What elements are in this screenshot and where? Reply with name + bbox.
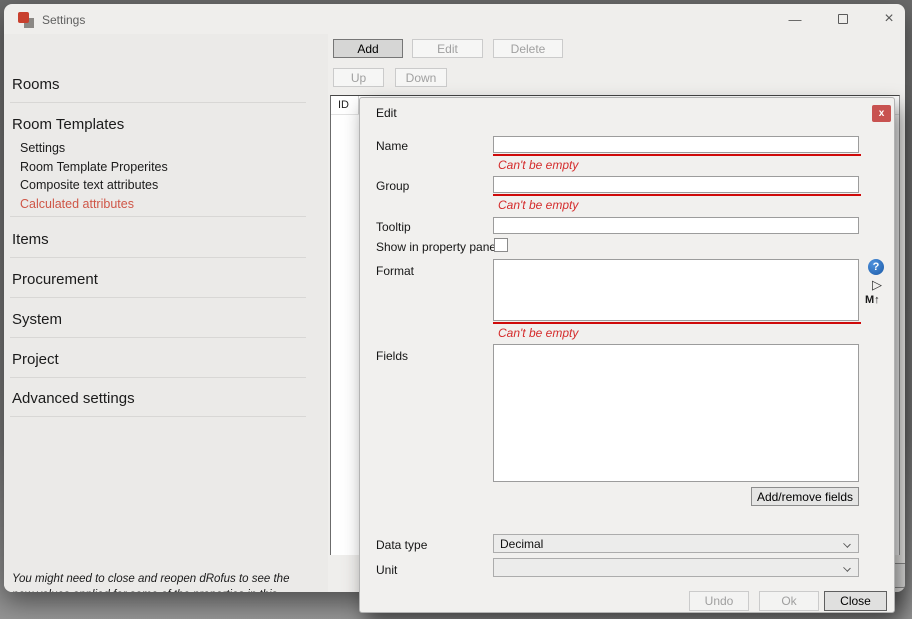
data-type-value: Decimal bbox=[500, 537, 543, 551]
separator bbox=[10, 377, 306, 378]
unit-label: Unit bbox=[376, 563, 397, 577]
format-field[interactable] bbox=[493, 259, 859, 321]
data-type-select[interactable]: Decimal bbox=[493, 534, 859, 553]
group-error-underline bbox=[493, 194, 861, 196]
group-error-text: Can't be empty bbox=[498, 198, 578, 212]
dialog-title: Edit bbox=[376, 106, 397, 120]
run-format-icon[interactable]: ▷ bbox=[872, 277, 882, 293]
separator bbox=[10, 337, 306, 338]
add-button[interactable]: Add bbox=[333, 39, 403, 58]
fields-label: Fields bbox=[376, 349, 408, 363]
window-close-button[interactable]: × bbox=[870, 4, 905, 34]
undo-button[interactable]: Undo bbox=[689, 591, 749, 611]
titlebar: Settings — × bbox=[4, 4, 905, 34]
name-error-text: Can't be empty bbox=[498, 158, 578, 172]
maximize-button[interactable] bbox=[824, 4, 862, 34]
name-error-underline bbox=[493, 154, 861, 156]
logo-red-square bbox=[18, 12, 29, 23]
format-error-underline bbox=[493, 322, 861, 324]
format-error-text: Can't be empty bbox=[498, 326, 578, 340]
separator bbox=[10, 257, 306, 258]
sidebar-item-project[interactable]: Project bbox=[12, 351, 59, 368]
down-button[interactable]: Down bbox=[395, 68, 447, 87]
name-label: Name bbox=[376, 139, 408, 153]
minimize-icon: — bbox=[789, 12, 802, 27]
sidebar-item-advanced-settings[interactable]: Advanced settings bbox=[12, 390, 135, 407]
sidebar-item-room-templates[interactable]: Room Templates bbox=[12, 116, 124, 133]
group-field[interactable] bbox=[493, 176, 859, 193]
add-remove-fields-button[interactable]: Add/remove fields bbox=[751, 487, 859, 506]
fields-list[interactable] bbox=[493, 344, 859, 482]
sidebar-item-items[interactable]: Items bbox=[12, 231, 49, 248]
data-type-label: Data type bbox=[376, 538, 427, 552]
sidebar-item-procurement[interactable]: Procurement bbox=[12, 271, 98, 288]
minimize-button[interactable]: — bbox=[776, 4, 814, 34]
multiline-icon[interactable]: M↑ bbox=[865, 294, 880, 306]
show-in-property-pane-label: Show in property pane bbox=[376, 240, 496, 254]
chevron-down-icon bbox=[843, 540, 851, 548]
close-button[interactable]: Close bbox=[824, 591, 887, 611]
sidebar-item-rt-properties[interactable]: Room Template Properites bbox=[20, 160, 168, 174]
sidebar-item-rooms[interactable]: Rooms bbox=[12, 76, 60, 93]
settings-sidebar: Rooms Room Templates Settings Room Templ… bbox=[4, 34, 328, 592]
delete-button[interactable]: Delete bbox=[493, 39, 563, 58]
close-icon: × bbox=[884, 10, 893, 28]
ok-button[interactable]: Ok bbox=[759, 591, 819, 611]
restart-note: You might need to close and reopen dRofu… bbox=[12, 572, 302, 592]
sidebar-item-composite-text-attributes[interactable]: Composite text attributes bbox=[20, 178, 158, 192]
column-header-id[interactable]: ID bbox=[338, 99, 349, 111]
maximize-icon bbox=[838, 14, 848, 24]
tooltip-label: Tooltip bbox=[376, 220, 411, 234]
screen: Settings — × Rooms Room Templates Settin… bbox=[0, 0, 912, 619]
help-icon[interactable]: ? bbox=[868, 259, 884, 275]
up-button[interactable]: Up bbox=[333, 68, 384, 87]
separator bbox=[10, 216, 306, 217]
separator bbox=[10, 416, 306, 417]
chevron-down-icon bbox=[843, 564, 851, 572]
sidebar-item-rt-settings[interactable]: Settings bbox=[20, 141, 65, 155]
edit-dialog: Edit x Name Can't be empty Group Can't b… bbox=[359, 97, 895, 613]
format-label: Format bbox=[376, 264, 414, 278]
tooltip-field[interactable] bbox=[493, 217, 859, 234]
show-in-property-pane-checkbox[interactable] bbox=[494, 238, 508, 252]
name-field[interactable] bbox=[493, 136, 859, 153]
group-label: Group bbox=[376, 179, 409, 193]
close-x-icon: x bbox=[879, 108, 885, 119]
separator bbox=[10, 102, 306, 103]
sidebar-item-system[interactable]: System bbox=[12, 311, 62, 328]
sidebar-item-calculated-attributes[interactable]: Calculated attributes bbox=[20, 197, 134, 211]
unit-select[interactable] bbox=[493, 558, 859, 577]
dialog-close-button[interactable]: x bbox=[872, 105, 891, 122]
drofus-logo-icon bbox=[18, 12, 34, 28]
edit-button[interactable]: Edit bbox=[412, 39, 483, 58]
question-mark-glyph: ? bbox=[873, 261, 880, 273]
separator bbox=[10, 297, 306, 298]
window-title: Settings bbox=[42, 13, 85, 27]
